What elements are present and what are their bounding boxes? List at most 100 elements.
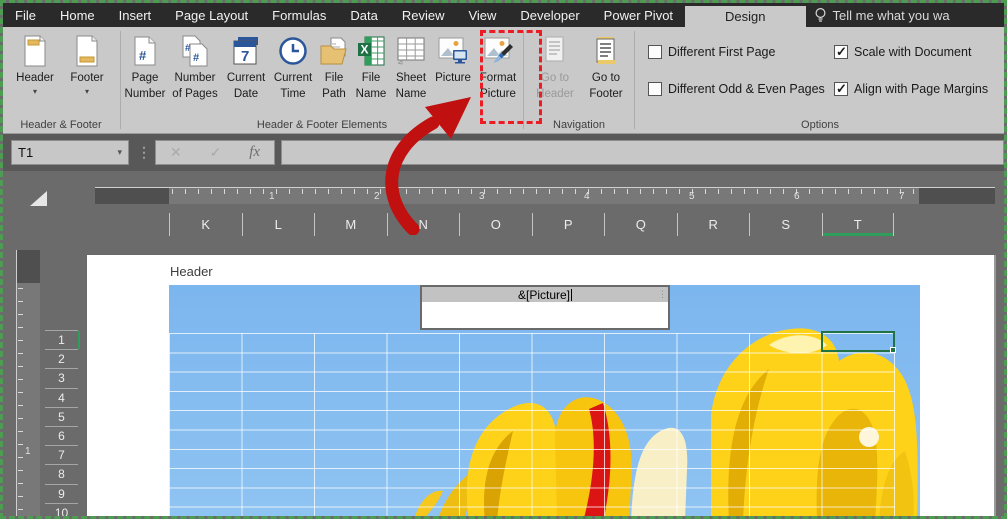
column-header-r[interactable]: R xyxy=(677,213,750,236)
picture-button[interactable]: Picture xyxy=(432,30,474,115)
insert-function-icon[interactable]: fx xyxy=(249,144,260,161)
column-header-m[interactable]: M xyxy=(314,213,387,236)
column-header-p[interactable]: P xyxy=(532,213,605,236)
checkbox-different-first-page[interactable]: Different First Page xyxy=(648,45,775,59)
column-header-t-selected[interactable]: T xyxy=(822,213,895,236)
tell-me-box[interactable]: Tell me what you wa xyxy=(806,3,958,27)
footer-icon xyxy=(74,33,100,69)
group-label-navigation: Navigation xyxy=(525,119,633,131)
ruler-number: 4 xyxy=(584,191,590,202)
checkbox-icon[interactable] xyxy=(648,82,662,96)
tell-me-label: Tell me what you wa xyxy=(833,8,950,23)
checkbox-label: Different Odd & Even Pages xyxy=(668,82,825,96)
ruler-number: 5 xyxy=(689,191,695,202)
ruler-number: 7 xyxy=(899,191,905,202)
header-center-section[interactable]: &[Picture] ⋮ xyxy=(420,285,670,330)
tab-power-pivot[interactable]: Power Pivot xyxy=(592,3,685,27)
tab-formulas[interactable]: Formulas xyxy=(260,3,338,27)
tab-insert[interactable]: Insert xyxy=(107,3,164,27)
formula-bar-grip-icon[interactable]: ⋮ xyxy=(137,140,151,165)
group-header-footer: Header ▾ Footer ▾ Header & Footer xyxy=(3,27,119,133)
file-name-button[interactable]: X File Name xyxy=(352,30,390,115)
tab-data[interactable]: Data xyxy=(338,3,389,27)
file-name-label2: Name xyxy=(356,88,387,101)
vertical-ruler: 1 xyxy=(16,250,40,519)
row-header-6[interactable]: 6 xyxy=(45,427,78,446)
tab-page-layout[interactable]: Page Layout xyxy=(163,3,260,27)
ribbon: Header ▾ Footer ▾ Header & Footer # Page… xyxy=(3,27,1004,134)
go-to-footer-button[interactable]: Go to Footer xyxy=(582,30,630,115)
formula-input[interactable] xyxy=(281,140,1004,165)
row-header-9[interactable]: 9 xyxy=(45,485,78,504)
enter-icon[interactable]: ✓ xyxy=(210,144,222,161)
column-header-o[interactable]: O xyxy=(459,213,532,236)
ruler-number: 1 xyxy=(269,191,275,202)
page-number-button[interactable]: # Page Number xyxy=(122,30,168,115)
checkbox-checked-icon[interactable] xyxy=(834,45,848,59)
tab-view[interactable]: View xyxy=(456,3,508,27)
row-header-7[interactable]: 7 xyxy=(45,446,78,465)
row-header-1-selected[interactable]: 1 xyxy=(45,331,78,350)
name-box-dropdown-icon[interactable]: ▾ xyxy=(117,147,122,158)
checkbox-label: Different First Page xyxy=(668,45,775,59)
tab-design[interactable]: Design xyxy=(685,6,805,27)
header-field-strip[interactable]: &[Picture] xyxy=(422,287,668,302)
tab-developer[interactable]: Developer xyxy=(508,3,591,27)
checkbox-checked-icon[interactable] xyxy=(834,82,848,96)
format-picture-button[interactable]: Format Picture xyxy=(474,30,522,115)
tab-home[interactable]: Home xyxy=(48,3,107,27)
row-header-5[interactable]: 5 xyxy=(45,408,78,427)
row-header-2[interactable]: 2 xyxy=(45,350,78,369)
footer-button[interactable]: Footer ▾ xyxy=(61,30,113,115)
go-to-header-button: Go to Header xyxy=(528,30,582,115)
go-to-header-label2: Header xyxy=(536,88,574,101)
group-label-header-footer: Header & Footer xyxy=(3,119,119,131)
number-of-pages-button[interactable]: ## Number of Pages xyxy=(168,30,222,115)
ruler-number: 6 xyxy=(794,191,800,202)
formula-buttons: ✕ ✓ fx xyxy=(155,140,275,165)
column-header-k[interactable]: K xyxy=(169,213,242,236)
selected-cell-t1[interactable] xyxy=(821,331,895,352)
current-time-label2: Time xyxy=(280,88,305,101)
file-path-button[interactable]: File Path xyxy=(316,30,352,115)
picture-label1: Picture xyxy=(435,72,471,85)
group-separator xyxy=(120,31,121,129)
format-picture-label2: Picture xyxy=(480,88,516,101)
column-header-s[interactable]: S xyxy=(749,213,822,236)
current-date-button[interactable]: 7 Current Date xyxy=(222,30,270,115)
row-header-4[interactable]: 4 xyxy=(45,389,78,408)
checkbox-label: Scale with Document xyxy=(854,45,971,59)
row-header-10[interactable]: 10 xyxy=(45,504,78,519)
name-box[interactable]: T1 ▾ xyxy=(11,140,129,165)
number-of-pages-icon: ## xyxy=(181,33,209,69)
checkbox-different-odd-even[interactable]: Different Odd & Even Pages xyxy=(648,82,825,96)
column-header-l[interactable]: L xyxy=(242,213,315,236)
sheet-name-button[interactable]: Sheet Name xyxy=(390,30,432,115)
group-navigation: Go to Header Go to Footer Navigation xyxy=(525,27,633,133)
go-to-header-label1: Go to xyxy=(541,72,569,85)
cancel-icon[interactable]: ✕ xyxy=(170,144,182,161)
column-headers: K L M N O P Q R S T xyxy=(169,213,894,236)
file-path-icon xyxy=(319,33,349,69)
current-time-label1: Current xyxy=(274,72,312,85)
current-date-icon: 7 xyxy=(232,33,260,69)
fill-handle[interactable] xyxy=(890,347,896,353)
current-time-button[interactable]: Current Time xyxy=(270,30,316,115)
checkbox-icon[interactable] xyxy=(648,45,662,59)
sheet-name-label2: Name xyxy=(396,88,427,101)
checkbox-scale-with-document[interactable]: Scale with Document xyxy=(834,45,971,59)
number-of-pages-label2: of Pages xyxy=(172,88,217,101)
row-header-3[interactable]: 3 xyxy=(45,369,78,388)
row-header-8[interactable]: 8 xyxy=(45,465,78,484)
checkbox-align-with-page-margins[interactable]: Align with Page Margins xyxy=(834,82,988,96)
page-number-label2: Number xyxy=(125,88,166,101)
tab-file[interactable]: File xyxy=(3,3,48,27)
column-header-q[interactable]: Q xyxy=(604,213,677,236)
ruler-top-margin xyxy=(17,250,40,283)
select-all-corner-icon[interactable] xyxy=(30,191,47,206)
ruler-number: 1 xyxy=(25,446,31,457)
horizontal-ruler: 1 2 3 4 5 6 7 xyxy=(95,187,995,204)
column-header-n[interactable]: N xyxy=(387,213,460,236)
header-button[interactable]: Header ▾ xyxy=(9,30,61,115)
tab-review[interactable]: Review xyxy=(390,3,457,27)
